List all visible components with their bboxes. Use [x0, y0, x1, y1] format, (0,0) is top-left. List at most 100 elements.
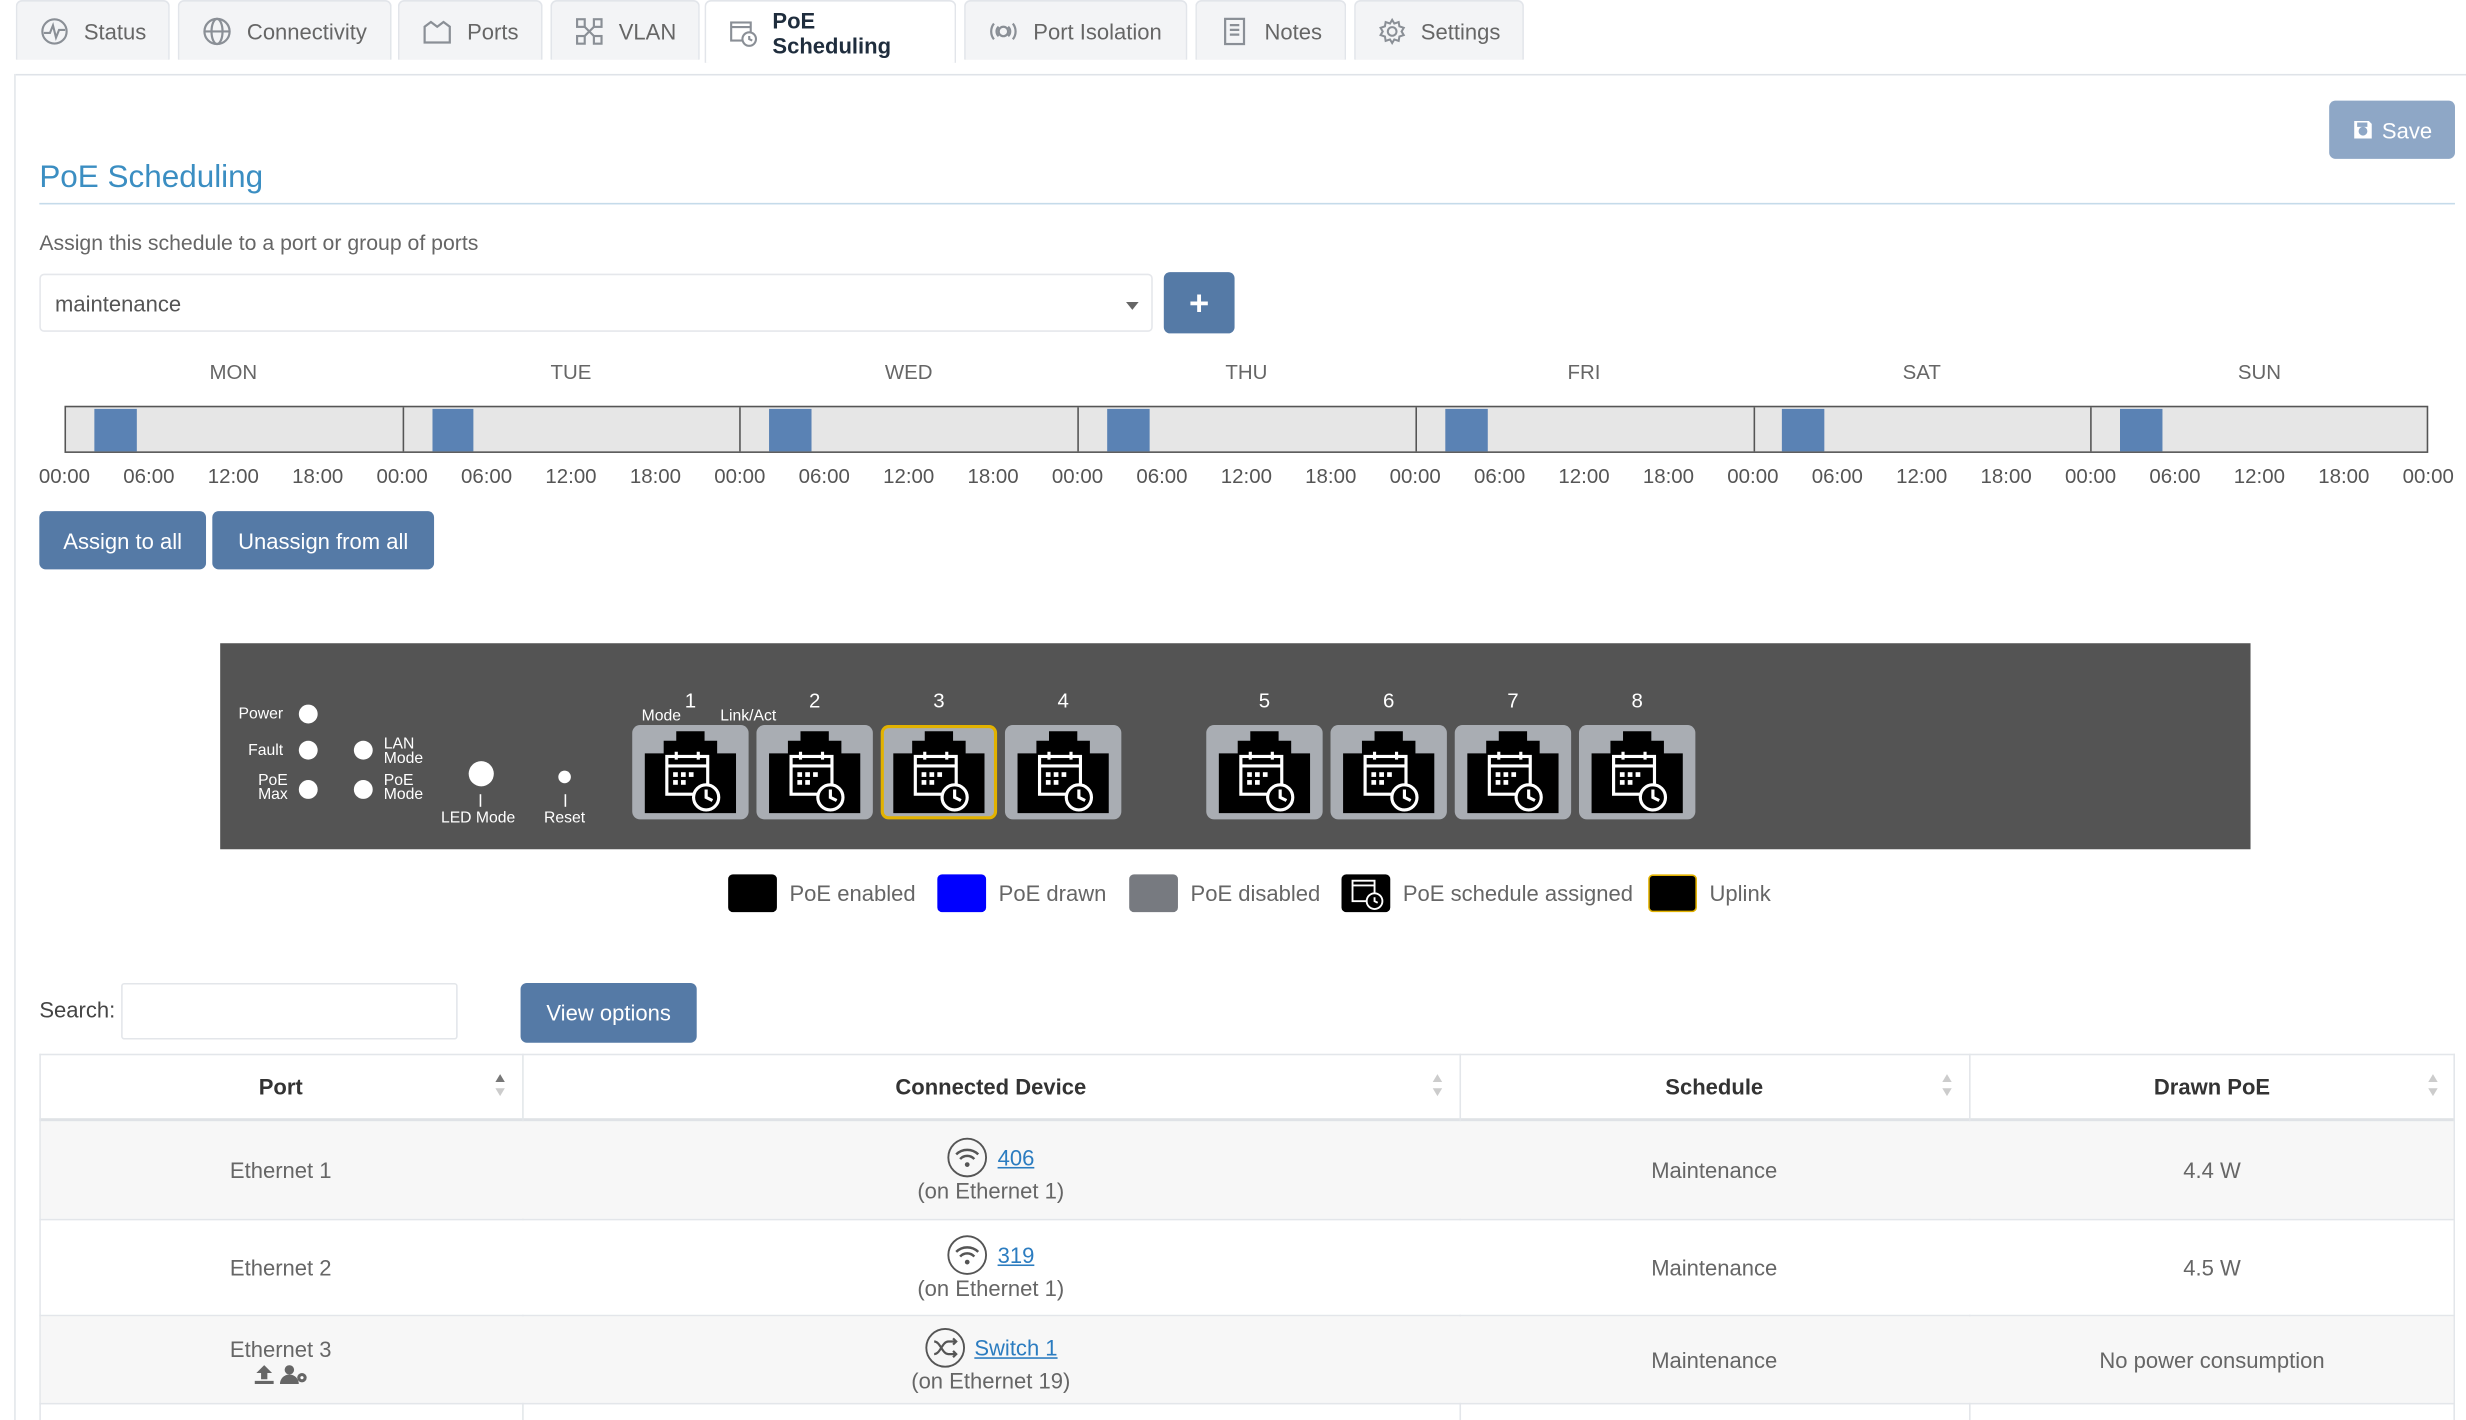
- switch-port-4[interactable]: [1004, 725, 1122, 820]
- timeline-track[interactable]: [64, 405, 2429, 453]
- poe-mode-line2: Mode: [383, 786, 424, 804]
- header-label: Drawn PoE: [2153, 1074, 2271, 1100]
- tab-label: Status: [83, 18, 147, 44]
- add-schedule-button[interactable]: +: [1163, 272, 1235, 334]
- search-input[interactable]: [121, 982, 458, 1040]
- floppy-icon: [2353, 120, 2372, 139]
- status-icon: [41, 17, 68, 44]
- assign-to-all-button[interactable]: Assign to all: [39, 511, 207, 570]
- led-mode-button[interactable]: [468, 761, 494, 787]
- notes-icon: [1224, 16, 1246, 45]
- tab-port-isolation[interactable]: Port Isolation: [964, 0, 1188, 60]
- power-led-label: Power: [238, 706, 284, 724]
- port-number: 7: [1507, 688, 1519, 713]
- poe-max-led: [298, 780, 318, 799]
- day-label: THU: [1225, 360, 1268, 384]
- time-tick-label: 00:00: [376, 463, 428, 488]
- unassign-from-all-button[interactable]: Unassign from all: [212, 511, 435, 570]
- tab-label: Settings: [1420, 18, 1501, 44]
- port-isolation-icon: [990, 22, 1017, 40]
- sort-icon: [495, 1074, 505, 1097]
- globe-icon: [203, 16, 231, 45]
- device-link[interactable]: Switch 1: [974, 1334, 1057, 1359]
- tab-connectivity[interactable]: Connectivity: [177, 0, 392, 60]
- schedule-cell: Maintenance: [1651, 1255, 1778, 1281]
- tab-ports[interactable]: Ports: [397, 0, 543, 60]
- poe-disabled-swatch: [1129, 874, 1178, 913]
- switch-port-6[interactable]: [1330, 725, 1447, 820]
- gear-icon: [1379, 17, 1406, 45]
- day-label: WED: [884, 360, 933, 384]
- schedule-block[interactable]: [2120, 408, 2163, 452]
- time-tick-label: 00:00: [1051, 463, 1104, 488]
- switch-port-7[interactable]: [1454, 725, 1572, 820]
- day-divider: [402, 407, 404, 452]
- day-label: FRI: [1567, 360, 1601, 384]
- legend-poe-disabled: PoE disabled: [1129, 874, 1321, 913]
- time-tick-label: 06:00: [798, 463, 850, 488]
- poe-mode-led: [353, 780, 373, 799]
- save-button[interactable]: Save: [2329, 100, 2455, 159]
- caret-down-icon: [1126, 301, 1139, 310]
- schedule-select[interactable]: maintenance: [39, 273, 1153, 332]
- tab-poe-scheduling[interactable]: PoE Scheduling: [704, 0, 957, 63]
- time-tick-label: 12:00: [1896, 463, 1948, 488]
- tab-vlan[interactable]: VLAN: [550, 0, 700, 60]
- led-mode-label: LED Mode: [440, 809, 516, 828]
- mode-label: Mode: [641, 707, 682, 726]
- column-header-port[interactable]: Port: [39, 1054, 522, 1120]
- tab-status[interactable]: Status: [15, 0, 170, 60]
- header-label: Connected Device: [895, 1074, 1087, 1100]
- reset-button[interactable]: [558, 770, 571, 784]
- wifi-icon: [947, 1137, 988, 1178]
- device-via: (on Ethernet 19): [911, 1367, 1071, 1393]
- time-tick-label: 00:00: [714, 463, 766, 488]
- device-cell: Switch 1 (on Ethernet 19): [522, 1316, 1459, 1402]
- time-tick-label: 12:00: [883, 463, 935, 488]
- lan-mode-line2: Mode: [383, 750, 424, 768]
- assign-instructions: Assign this schedule to a port or group …: [39, 231, 479, 255]
- column-header-device[interactable]: Connected Device: [522, 1054, 1459, 1120]
- fault-led-label: Fault: [248, 742, 284, 760]
- time-tick-label: 00:00: [1389, 463, 1441, 488]
- schedule-block[interactable]: [1107, 408, 1150, 452]
- device-link[interactable]: 319: [998, 1242, 1035, 1267]
- schedule-block[interactable]: [1444, 408, 1488, 452]
- poe-drawn-swatch: [937, 874, 987, 913]
- switch-port-8[interactable]: [1578, 725, 1696, 820]
- view-options-button[interactable]: View options: [520, 982, 697, 1043]
- user-settings-icon: [279, 1364, 307, 1384]
- switch-port-1[interactable]: [632, 725, 749, 820]
- time-tick-label: 12:00: [2233, 463, 2285, 488]
- switch-port-5[interactable]: [1206, 725, 1323, 820]
- save-label: Save: [2381, 117, 2433, 143]
- column-header-drawn-poe[interactable]: Drawn PoE: [1969, 1054, 2455, 1120]
- sort-icon: [1942, 1074, 1952, 1097]
- day-label: SAT: [1902, 360, 1941, 384]
- time-tick-label: 06:00: [460, 463, 513, 488]
- time-tick-label: 06:00: [1474, 463, 1526, 488]
- day-label: SUN: [2237, 360, 2281, 384]
- port-number: 3: [933, 688, 945, 713]
- port-cell: Ethernet 1: [229, 1157, 332, 1183]
- schedule-block[interactable]: [94, 408, 137, 452]
- legend-label: PoE disabled: [1190, 880, 1321, 906]
- time-tick-label: 18:00: [967, 463, 1019, 488]
- tab-notes[interactable]: Notes: [1195, 0, 1347, 60]
- sort-icon: [2428, 1074, 2438, 1097]
- schedule-block[interactable]: [431, 408, 475, 452]
- tab-settings[interactable]: Settings: [1354, 0, 1524, 60]
- schedule-block[interactable]: [1782, 408, 1825, 452]
- schedule-block[interactable]: [769, 408, 812, 452]
- time-tick-label: 12:00: [1558, 463, 1610, 488]
- port-number: 1: [684, 688, 697, 713]
- poe-max-line2: Max: [258, 786, 288, 804]
- ethernet-port-schedule-icon: [1218, 731, 1311, 814]
- switch-port-2[interactable]: [756, 725, 873, 820]
- column-header-schedule[interactable]: Schedule: [1459, 1054, 1969, 1120]
- time-tick-label: 00:00: [2064, 463, 2117, 488]
- ports-icon: [423, 19, 451, 43]
- day-label: TUE: [550, 360, 592, 384]
- device-link[interactable]: 406: [998, 1145, 1035, 1170]
- switch-port-3[interactable]: [880, 725, 998, 820]
